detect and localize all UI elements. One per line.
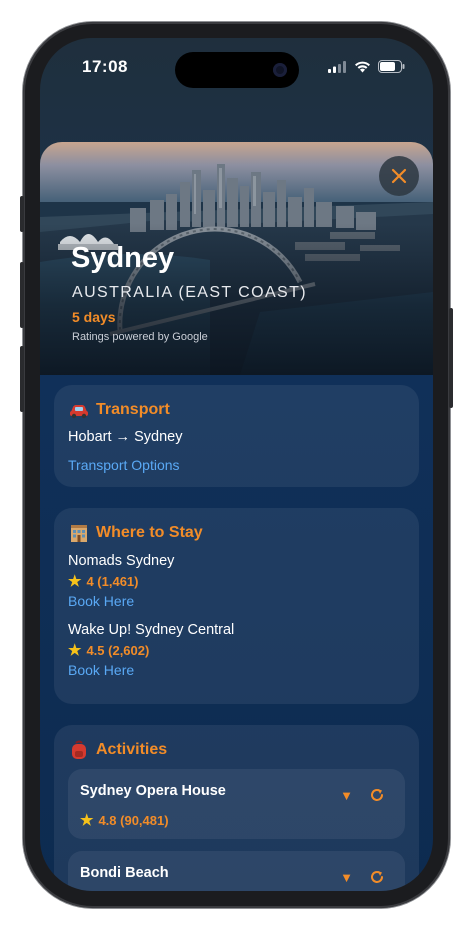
star-icon: ★ [68,573,82,590]
hotel-rating-value: 4 (1,461) [86,573,139,589]
refresh-icon[interactable] [369,787,385,803]
transport-options-link[interactable]: Transport Options [68,457,180,473]
trip-duration: 5 days [72,309,116,325]
book-here-link[interactable]: Book Here [68,662,134,678]
activity-item[interactable]: Bondi Beach ▼ [68,851,405,891]
screen: 17:08 Sydney AUSTRALIA (EAST COAST) 5 da… [40,38,433,891]
hotel-name: Nomads Sydney [68,553,175,569]
close-icon [391,168,407,184]
book-here-link[interactable]: Book Here [68,593,134,609]
status-bar: 17:08 [40,38,433,98]
destination-subtitle: AUSTRALIA (EAST COAST) [72,284,307,301]
status-time: 17:08 [82,57,128,76]
power-button [449,308,453,408]
transport-header: Transport [68,399,170,421]
expand-icon[interactable]: ▼ [340,788,353,803]
destination-title: Sydney [71,242,175,274]
backpack-icon [72,740,86,759]
hotel-icon [71,525,87,542]
transport-route: Hobart → Sydney [68,429,183,445]
activity-item[interactable]: Sydney Opera House ▼ ★ 4.8 (90,481) [68,769,405,839]
wifi-icon [355,61,370,72]
where-to-stay-header: Where to Stay [68,522,203,544]
battery-icon [378,60,405,73]
where-to-stay-card: Where to Stay Nomads Sydney ★ 4 (1,461) … [54,508,419,704]
activities-card: Activities Sydney Opera House ▼ ★ 4.8 (9… [54,725,419,891]
star-icon: ★ [68,642,82,659]
camera-icon [273,63,287,77]
activity-rating: ★ 4.8 (90,481) [80,811,169,829]
hotel-name: Wake Up! Sydney Central [68,622,235,638]
where-to-stay-title: Where to Stay [96,524,203,541]
activity-actions: ▼ [340,869,385,885]
ratings-attribution: Ratings powered by Google [72,331,208,343]
activity-rating-value: 4.8 (90,481) [98,812,169,828]
action-button [20,196,24,232]
refresh-icon[interactable] [369,869,385,885]
activity-name: Bondi Beach [80,865,169,881]
cellular-signal-icon [328,60,346,73]
activities-header: Activities [68,739,167,761]
activity-name: Sydney Opera House [80,783,226,799]
hotel-rating: ★ 4 (1,461) [68,572,139,590]
volume-down-button [20,346,24,412]
star-icon: ★ [80,812,94,829]
dynamic-island [175,52,299,88]
volume-up-button [20,262,24,328]
hotel-rating-value: 4.5 (2,602) [86,642,150,658]
transport-title: Transport [96,401,170,418]
status-icons [328,60,405,73]
destination-hero: Sydney AUSTRALIA (EAST COAST) 5 days Rat… [40,142,433,375]
expand-icon[interactable]: ▼ [340,870,353,885]
transport-card: Transport Hobart → Sydney Transport Opti… [54,385,419,487]
hotel-rating: ★ 4.5 (2,602) [68,641,149,659]
close-button[interactable] [379,156,419,196]
car-icon [70,405,88,419]
activities-title: Activities [96,741,168,758]
activity-actions: ▼ [340,787,385,803]
